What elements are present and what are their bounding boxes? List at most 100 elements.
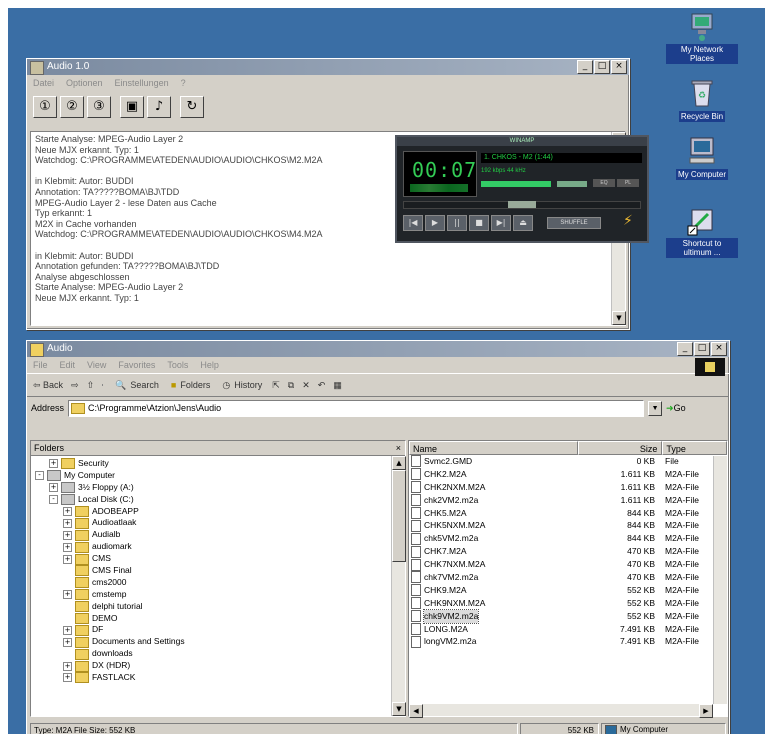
scroll-left-arrow[interactable]: ◀ <box>409 704 423 718</box>
expand-toggle[interactable]: + <box>63 590 72 600</box>
tree-item[interactable]: delphi tutorial <box>35 601 405 613</box>
expand-toggle[interactable]: + <box>63 507 72 516</box>
up-folder-button[interactable]: ⇧ <box>85 379 97 392</box>
scroll-down-arrow[interactable]: ▼ <box>392 702 406 716</box>
file-row[interactable]: CHK2.M2A 1.611 KB M2A-File <box>409 468 727 481</box>
expand-toggle[interactable]: + <box>63 625 72 635</box>
tree-item[interactable]: + DX (HDR) <box>35 660 405 672</box>
move-to-icon[interactable]: ⇱ <box>270 379 282 392</box>
minimize-button[interactable]: _ <box>577 60 593 74</box>
expand-toggle[interactable]: + <box>49 459 58 469</box>
desktop-icon-shortcut[interactable]: Shortcut to ultimum ... <box>666 206 738 258</box>
file-row[interactable]: CHK7.M2A 470 KB M2A-File <box>409 545 727 558</box>
delete-icon[interactable]: ✕ <box>300 379 312 392</box>
eject-button[interactable]: ⏏ <box>513 215 533 231</box>
tree-item[interactable]: downloads <box>35 648 405 660</box>
file-row[interactable]: Svmc2.GMD 0 KB File <box>409 455 727 468</box>
file-row[interactable]: longVM2.m2a 7.491 KB M2A-File <box>409 635 727 648</box>
go-button[interactable]: ➜Go <box>666 403 686 414</box>
column-type[interactable]: Type <box>662 441 727 455</box>
scroll-thumb[interactable] <box>392 470 406 562</box>
tree-item[interactable]: cms2000 <box>35 577 405 589</box>
files-hscrollbar[interactable]: ◀ ▶ <box>409 704 713 718</box>
expand-toggle[interactable]: - <box>35 471 44 481</box>
tool-button-3[interactable]: ③ <box>87 96 111 118</box>
expand-toggle[interactable]: + <box>63 518 72 528</box>
stop-button[interactable]: ■ <box>469 215 489 231</box>
winamp-seek-bar[interactable] <box>403 201 641 209</box>
tree-item[interactable]: + Documents and Settings <box>35 636 405 648</box>
menu-help[interactable]: Help <box>200 357 219 373</box>
expand-toggle[interactable]: + <box>63 542 72 552</box>
expand-toggle[interactable]: + <box>49 483 58 493</box>
next-button[interactable]: ▶| <box>491 215 511 231</box>
tree-item[interactable]: - My Computer <box>35 470 405 482</box>
seek-knob[interactable] <box>508 201 536 208</box>
menu-favorites[interactable]: Favorites <box>118 357 155 373</box>
tree-item[interactable]: + audiomark <box>35 541 405 553</box>
previous-button[interactable]: |◀ <box>403 215 423 231</box>
menu-optionen[interactable]: Optionen <box>66 75 103 91</box>
tree-item[interactable]: + FASTLACK <box>35 672 405 684</box>
address-dropdown-button[interactable]: ▼ <box>648 400 663 416</box>
scroll-right-arrow[interactable]: ▶ <box>699 704 713 718</box>
audio-window-titlebar[interactable]: Audio 1.0 _ □ × <box>27 59 629 75</box>
search-button[interactable]: 🔍 Search <box>111 379 163 392</box>
tool-button-save[interactable]: ▣ <box>120 96 144 118</box>
files-vscrollbar[interactable] <box>713 456 727 704</box>
tree-item[interactable]: + Audialb <box>35 529 405 541</box>
file-row[interactable]: CHK9NXM.M2A 552 KB M2A-File <box>409 597 727 610</box>
file-row[interactable]: chk7VM2.m2a 470 KB M2A-File <box>409 571 727 584</box>
file-row[interactable]: CHK9.M2A 552 KB M2A-File <box>409 584 727 597</box>
close-button[interactable]: × <box>711 342 727 356</box>
menu-file[interactable]: File <box>33 357 48 373</box>
expand-toggle[interactable]: + <box>63 661 72 671</box>
expand-toggle[interactable]: + <box>63 637 72 647</box>
explorer-titlebar[interactable]: Audio _ □ × <box>27 341 729 357</box>
expand-toggle[interactable]: + <box>63 554 72 564</box>
back-button[interactable]: ⇦ Back <box>31 379 65 392</box>
tree-item[interactable]: + CMS <box>35 553 405 565</box>
history-button[interactable]: ◷ History <box>218 379 266 392</box>
file-row[interactable]: CHK5NXM.M2A 844 KB M2A-File <box>409 519 727 532</box>
menu-datei[interactable]: Datei <box>33 75 54 91</box>
tree-item[interactable]: + ADOBEAPP <box>35 506 405 518</box>
eq-button[interactable]: EQ <box>593 179 615 187</box>
tree-item[interactable]: DEMO <box>35 613 405 625</box>
play-button[interactable]: ▶ <box>425 215 445 231</box>
tree-item[interactable]: + Audioatlaak <box>35 517 405 529</box>
forward-button[interactable]: ⇨ <box>69 379 81 392</box>
tree-item[interactable]: CMS Final <box>35 565 405 577</box>
menu-edit[interactable]: Edit <box>60 357 76 373</box>
shuffle-button[interactable]: SHUFFLE <box>547 217 601 229</box>
file-row[interactable]: LONG.M2A 7.491 KB M2A-File <box>409 623 727 636</box>
expand-toggle[interactable]: + <box>63 530 72 540</box>
file-row[interactable]: chk9VM2.m2a 552 KB M2A-File <box>409 608 727 624</box>
undo-icon[interactable]: ↶ <box>316 379 328 392</box>
tool-button-1[interactable]: ① <box>33 96 57 118</box>
file-row[interactable]: CHK5.M2A 844 KB M2A-File <box>409 507 727 520</box>
desktop-icon-network[interactable]: My Network Places <box>666 12 738 64</box>
menu-help[interactable]: ? <box>181 75 186 91</box>
views-button[interactable]: ▦ <box>331 379 344 392</box>
file-row[interactable]: CHK7NXM.M2A 470 KB M2A-File <box>409 558 727 571</box>
copy-to-icon[interactable]: ⧉ <box>286 379 296 392</box>
tree-item[interactable]: + Security <box>35 458 405 470</box>
tree-item[interactable]: + cmstemp <box>35 589 405 601</box>
folders-button[interactable]: ■ Folders <box>167 379 214 391</box>
file-row[interactable]: chk5VM2.m2a 844 KB M2A-File <box>409 532 727 545</box>
close-button[interactable]: × <box>611 60 627 74</box>
menu-view[interactable]: View <box>87 357 106 373</box>
scroll-down-arrow[interactable]: ▼ <box>612 311 626 325</box>
expand-toggle[interactable]: - <box>49 495 58 505</box>
tree-item[interactable]: - Local Disk (C:) <box>35 494 405 506</box>
playlist-button[interactable]: PL <box>617 179 639 187</box>
maximize-button[interactable]: □ <box>594 60 610 74</box>
minimize-button[interactable]: _ <box>677 342 693 356</box>
file-row[interactable]: chk2VM2.m2a 1.611 KB M2A-File <box>409 494 727 507</box>
expand-toggle[interactable]: + <box>63 673 72 683</box>
desktop-icon-recycle-bin[interactable]: ♻ Recycle Bin <box>666 78 738 122</box>
tool-button-2[interactable]: ② <box>60 96 84 118</box>
tree-item[interactable]: + DF <box>35 624 405 636</box>
winamp-balance-slider[interactable] <box>557 181 587 187</box>
